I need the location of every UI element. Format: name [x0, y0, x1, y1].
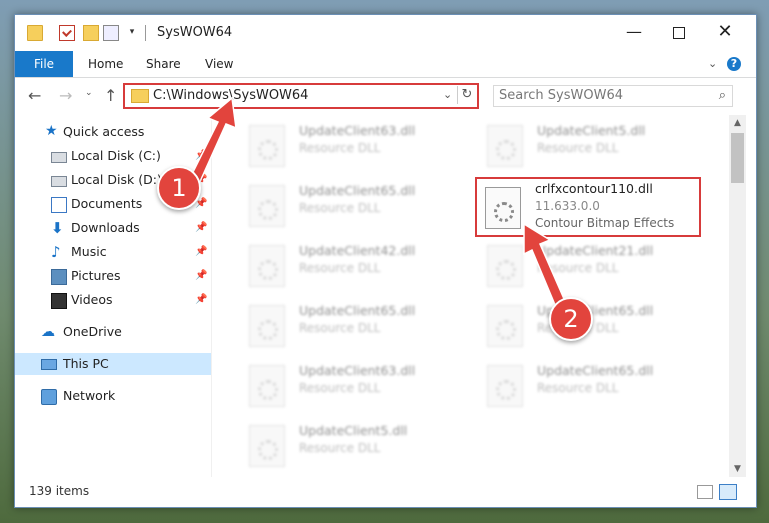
- step-badge-2: 2: [549, 297, 593, 341]
- step-badge-1: 1: [157, 166, 201, 210]
- annotation-arrows: [186, 96, 569, 313]
